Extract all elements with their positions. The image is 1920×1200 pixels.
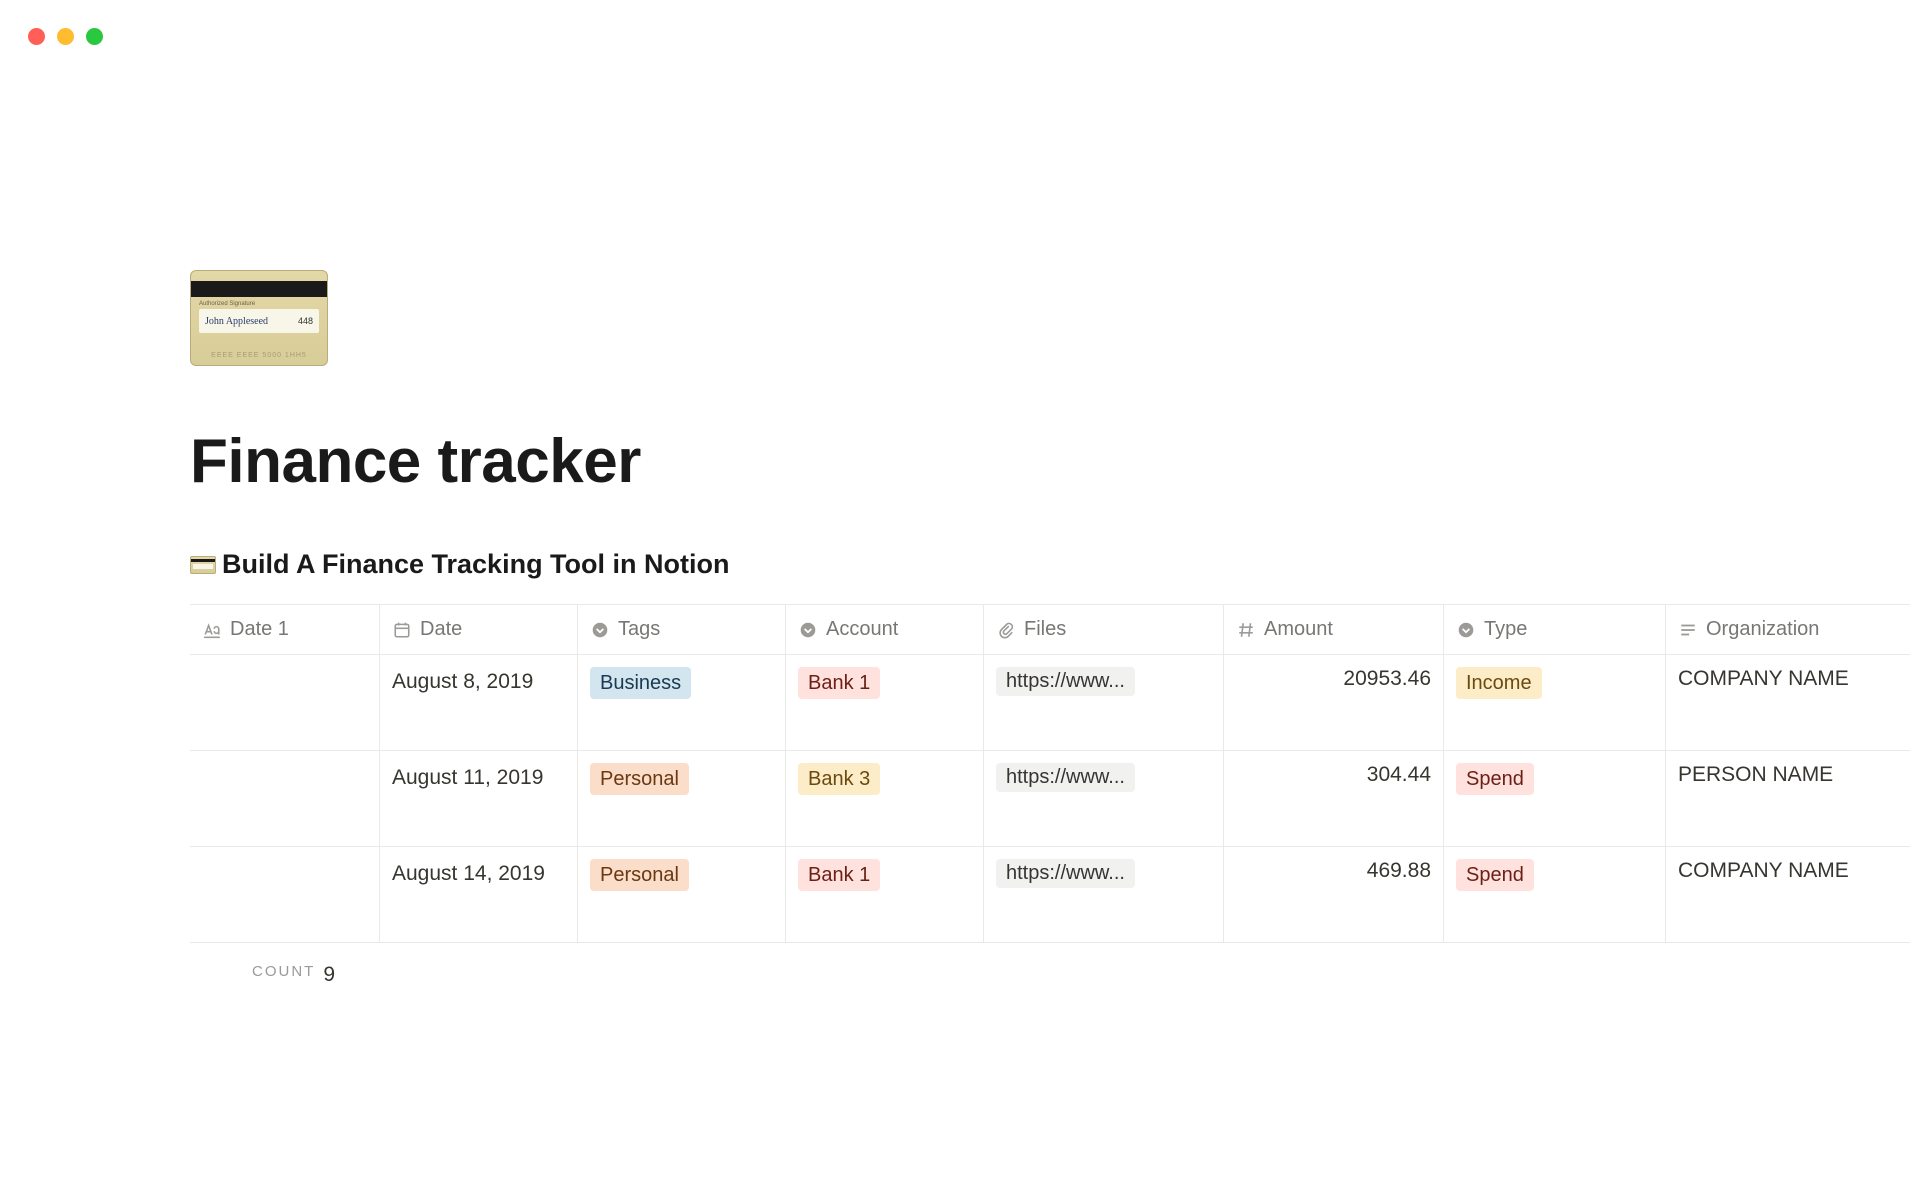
close-window-button[interactable] <box>28 28 45 45</box>
database-table: Date 1 Date Tags Account <box>190 604 1910 943</box>
text-icon <box>1678 620 1698 640</box>
cell-organization[interactable]: COMPANY NAME <box>1666 847 1910 942</box>
table-header-row: Date 1 Date Tags Account <box>190 605 1910 655</box>
cell-amount[interactable]: 469.88 <box>1224 847 1444 942</box>
column-header-type[interactable]: Type <box>1444 605 1666 654</box>
count-value: 9 <box>323 963 335 987</box>
cell-date1[interactable] <box>190 847 380 942</box>
cell-amount[interactable]: 304.44 <box>1224 751 1444 846</box>
title-icon <box>202 620 222 640</box>
column-header-date1[interactable]: Date 1 <box>190 605 380 654</box>
minimize-window-button[interactable] <box>57 28 74 45</box>
cell-account[interactable]: Bank 3 <box>786 751 984 846</box>
cell-files[interactable]: https://www... <box>984 847 1224 942</box>
cell-date[interactable]: August 8, 2019 <box>380 655 578 750</box>
column-header-tags[interactable]: Tags <box>578 605 786 654</box>
cell-date[interactable]: August 11, 2019 <box>380 751 578 846</box>
column-header-date[interactable]: Date <box>380 605 578 654</box>
column-header-account[interactable]: Account <box>786 605 984 654</box>
cell-type[interactable]: Spend <box>1444 751 1666 846</box>
subpage-title: Build A Finance Tracking Tool in Notion <box>222 549 730 580</box>
page-title[interactable]: Finance tracker <box>190 426 1920 497</box>
page-content: Authorized Signature John Appleseed 448 … <box>190 270 1920 987</box>
page-icon-creditcard[interactable]: Authorized Signature John Appleseed 448 … <box>190 270 328 366</box>
subpage-link[interactable]: Build A Finance Tracking Tool in Notion <box>190 549 1920 580</box>
cell-type[interactable]: Spend <box>1444 847 1666 942</box>
table-footer: COUNT 9 <box>190 943 1920 987</box>
table-row[interactable]: August 8, 2019 Business Bank 1 https://w… <box>190 655 1910 751</box>
cell-tags[interactable]: Personal <box>578 847 786 942</box>
cell-date1[interactable] <box>190 655 380 750</box>
cell-amount[interactable]: 20953.46 <box>1224 655 1444 750</box>
table-row[interactable]: August 11, 2019 Personal Bank 3 https://… <box>190 751 1910 847</box>
select-icon <box>1456 620 1476 640</box>
cell-files[interactable]: https://www... <box>984 751 1224 846</box>
cell-organization[interactable]: COMPANY NAME <box>1666 655 1910 750</box>
paperclip-icon <box>996 620 1016 640</box>
column-header-files[interactable]: Files <box>984 605 1224 654</box>
column-header-amount[interactable]: Amount <box>1224 605 1444 654</box>
maximize-window-button[interactable] <box>86 28 103 45</box>
select-icon <box>798 620 818 640</box>
cell-type[interactable]: Income <box>1444 655 1666 750</box>
cell-date[interactable]: August 14, 2019 <box>380 847 578 942</box>
cell-tags[interactable]: Personal <box>578 751 786 846</box>
creditcard-icon <box>190 556 216 574</box>
cell-files[interactable]: https://www... <box>984 655 1224 750</box>
cell-organization[interactable]: PERSON NAME <box>1666 751 1910 846</box>
cell-tags[interactable]: Business <box>578 655 786 750</box>
cell-date1[interactable] <box>190 751 380 846</box>
window-traffic-lights <box>28 28 103 45</box>
select-icon <box>590 620 610 640</box>
cell-account[interactable]: Bank 1 <box>786 655 984 750</box>
number-icon <box>1236 620 1256 640</box>
cell-account[interactable]: Bank 1 <box>786 847 984 942</box>
column-header-organization[interactable]: Organization <box>1666 605 1910 654</box>
calendar-icon <box>392 620 412 640</box>
table-row[interactable]: August 14, 2019 Personal Bank 1 https://… <box>190 847 1910 943</box>
count-label[interactable]: COUNT <box>252 963 315 987</box>
